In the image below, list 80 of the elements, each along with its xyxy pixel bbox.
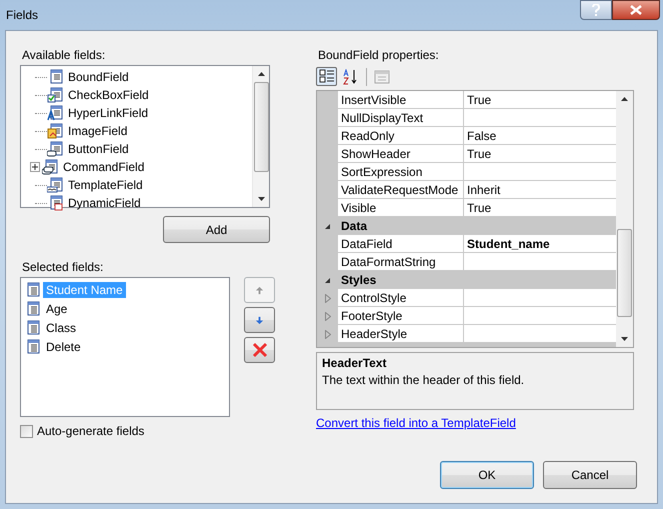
property-value[interactable]: True [464, 91, 616, 109]
field-type-item[interactable]: DynamicField [65, 195, 144, 211]
scroll-up-icon[interactable] [620, 95, 629, 104]
field-type-item[interactable]: ImageField [65, 123, 130, 139]
field-type-icon [42, 159, 58, 175]
field-type-item[interactable]: TemplateField [65, 177, 146, 193]
property-name[interactable]: SortExpression [338, 163, 464, 181]
field-type-icon [47, 141, 63, 157]
selected-fields-label: Selected fields: [22, 260, 104, 274]
field-type-item[interactable]: CommandField [60, 159, 148, 175]
selected-field-item[interactable]: Age [43, 300, 70, 316]
property-value[interactable] [464, 307, 616, 325]
cancel-button[interactable]: Cancel [543, 461, 637, 489]
property-name[interactable]: Visible [338, 199, 464, 217]
category-header[interactable]: Data [338, 217, 616, 235]
scrollbar-thumb[interactable] [617, 229, 632, 317]
field-icon [25, 320, 41, 336]
property-name[interactable]: ReadOnly [338, 127, 464, 145]
category-header[interactable]: Styles [338, 271, 616, 289]
field-icon [25, 300, 41, 316]
field-type-item[interactable]: BoundField [65, 69, 132, 85]
scroll-up-icon[interactable] [256, 70, 266, 79]
ok-button[interactable]: OK [440, 461, 534, 489]
property-value[interactable]: Inherit [464, 181, 616, 199]
property-name[interactable]: DataFormatString [338, 253, 464, 271]
property-name[interactable]: NullDisplayText [338, 109, 464, 127]
property-value[interactable]: Student_name [464, 235, 616, 253]
window-title: Fields [6, 8, 38, 22]
field-type-icon [47, 177, 63, 193]
scroll-down-icon[interactable] [256, 194, 266, 203]
property-value[interactable] [464, 253, 616, 271]
checkbox[interactable] [20, 424, 33, 438]
convert-link[interactable]: Convert this field into a TemplateField [316, 416, 516, 430]
property-name[interactable]: FooterStyle [338, 307, 464, 325]
up-arrow-icon [255, 286, 264, 294]
field-icon [25, 338, 41, 354]
checkbox-label: Auto-generate fields [37, 424, 144, 438]
field-type-icon [47, 87, 63, 103]
field-type-icon [47, 105, 63, 121]
property-name[interactable]: HeaderStyle [338, 325, 464, 343]
properties-label: BoundField properties: [318, 48, 440, 62]
selected-field-item[interactable]: Delete [43, 338, 84, 354]
scrollbar-thumb[interactable] [254, 82, 268, 172]
property-value[interactable] [464, 289, 616, 307]
property-value[interactable]: True [464, 199, 616, 217]
property-name[interactable]: DataField [338, 235, 464, 253]
selected-field-item[interactable]: Class [43, 320, 80, 336]
collapse-icon[interactable] [324, 222, 331, 230]
categorized-icon [318, 69, 334, 84]
field-type-item[interactable]: CheckBoxField [65, 87, 152, 103]
down-arrow-icon [255, 316, 264, 324]
close-button[interactable] [612, 0, 660, 20]
property-value[interactable] [464, 163, 616, 181]
field-type-icon [47, 123, 63, 139]
property-name[interactable]: InsertVisible [338, 91, 464, 109]
property-name[interactable]: ValidateRequestMode [338, 181, 464, 199]
scroll-down-icon[interactable] [620, 334, 629, 343]
delete-icon [252, 342, 268, 358]
collapse-icon[interactable] [324, 276, 331, 284]
property-value[interactable] [464, 109, 616, 127]
property-pages-icon[interactable] [374, 70, 390, 84]
help-button[interactable] [580, 0, 612, 20]
field-type-item[interactable]: HyperLinkField [65, 105, 152, 121]
property-value[interactable]: True [464, 145, 616, 163]
help-icon [592, 4, 600, 16]
delete-button[interactable] [244, 337, 275, 363]
expand-icon[interactable] [30, 162, 40, 172]
sort-alphabetical-icon [342, 68, 358, 84]
property-name[interactable]: ShowHeader [338, 145, 464, 163]
move-down-button[interactable] [244, 307, 275, 333]
field-icon [25, 282, 41, 298]
add-button[interactable]: Add [163, 216, 270, 243]
close-icon [630, 5, 642, 15]
available-fields-label: Available fields: [22, 48, 106, 62]
description-text: The text within the header of this field. [322, 373, 526, 387]
categorized-button[interactable] [316, 67, 337, 86]
property-value[interactable]: False [464, 127, 616, 145]
description-title: HeaderText [322, 356, 388, 370]
field-type-item[interactable]: ButtonField [65, 141, 132, 157]
property-name[interactable]: ControlStyle [338, 289, 464, 307]
